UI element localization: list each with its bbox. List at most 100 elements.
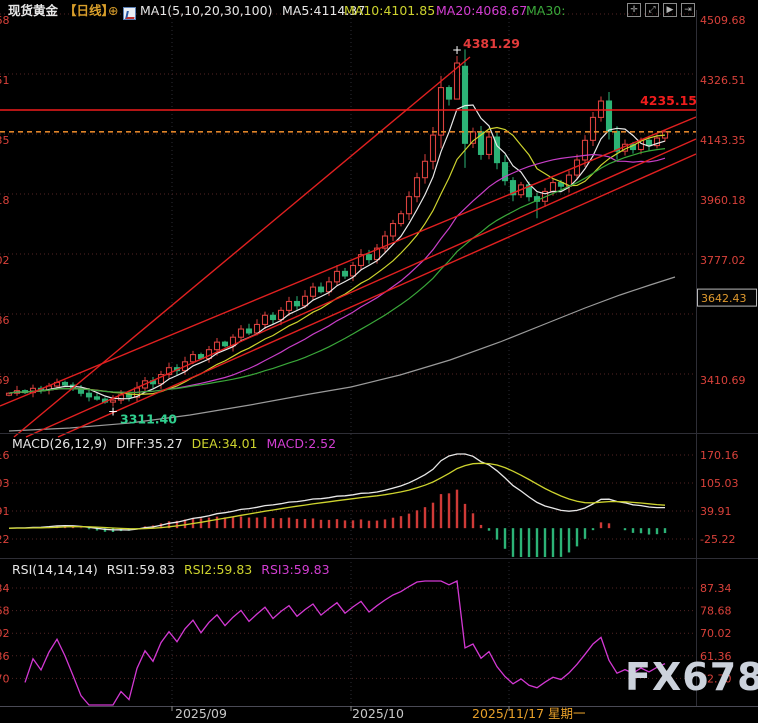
pan-icon[interactable]: ✛ (627, 3, 641, 17)
svg-text:170.16: 170.16 (0, 449, 10, 462)
svg-text:87.34: 87.34 (700, 582, 732, 595)
ma30-value: MA30: (526, 3, 566, 18)
svg-text:105.03: 105.03 (700, 477, 739, 490)
candle (213, 341, 221, 351)
svg-text:-25.22: -25.22 (0, 533, 10, 546)
candle (189, 354, 197, 363)
rsi1-value: RSI1:59.83 (106, 562, 175, 577)
svg-text:170.16: 170.16 (700, 449, 739, 462)
trendline (13, 56, 471, 438)
candle (125, 394, 133, 398)
fit-zoom-icon[interactable]: ⤢ (645, 3, 659, 17)
candle (549, 182, 557, 192)
rsi-title[interactable]: RSI(14,14,14) (12, 562, 98, 577)
trendline (57, 153, 697, 438)
period-label[interactable]: 【日线】 (64, 3, 114, 18)
rsi2-value: RSI2:59.83 (184, 562, 253, 577)
candle (85, 392, 93, 398)
macd-diff-line (8, 453, 665, 531)
candle (325, 281, 333, 293)
trendline (25, 138, 697, 438)
svg-text:3593.86: 3593.86 (0, 314, 10, 327)
candle (61, 381, 69, 386)
svg-text:39.91: 39.91 (0, 505, 10, 518)
ma-settings-label[interactable]: MA1(5,10,20,30,100) (140, 3, 272, 18)
candle (253, 323, 261, 334)
svg-text:70.02: 70.02 (700, 627, 732, 640)
candle (245, 328, 253, 334)
ma5-line (8, 104, 666, 400)
svg-text:3777.02: 3777.02 (700, 254, 746, 267)
svg-text:78.68: 78.68 (0, 605, 10, 618)
candle (341, 270, 349, 277)
chart-canvas[interactable]: 4235.15+4381.29+3311.404509.684509.68432… (0, 0, 758, 723)
x-axis-label-oct: 2025/10 (352, 706, 404, 721)
candle (237, 328, 245, 338)
candle (589, 116, 597, 141)
candle (93, 396, 101, 400)
svg-text:3410.69: 3410.69 (0, 374, 10, 387)
candle (597, 100, 605, 118)
candle (421, 160, 429, 179)
svg-text:+: + (108, 405, 118, 419)
ma10-value: MA10:4101.85 (344, 3, 436, 18)
candle (293, 300, 301, 307)
rsi3-value: RSI3:59.83 (261, 562, 330, 577)
svg-text:61.36: 61.36 (0, 650, 10, 663)
svg-text:4509.68: 4509.68 (700, 14, 746, 27)
svg-text:105.03: 105.03 (0, 477, 10, 490)
svg-text:+: + (452, 43, 462, 57)
candle (349, 264, 357, 277)
svg-text:78.68: 78.68 (700, 605, 732, 618)
shift-right-icon[interactable]: ⇥ (681, 3, 695, 17)
svg-text:52.70: 52.70 (0, 672, 10, 685)
rsi-line (24, 580, 666, 706)
macd-dea-value: DEA:34.01 (191, 436, 258, 451)
candle (389, 222, 397, 237)
candle (405, 196, 413, 215)
price-marker-label: 3642.43 (701, 292, 747, 305)
candle (605, 100, 613, 133)
svg-text:3777.02: 3777.02 (0, 254, 10, 267)
play-axis-icon[interactable]: ▶ (663, 3, 677, 17)
candle (309, 286, 317, 297)
svg-text:3410.69: 3410.69 (700, 374, 746, 387)
candle (413, 177, 421, 198)
candle (277, 309, 285, 321)
candle (445, 87, 453, 100)
candle (269, 314, 277, 321)
svg-text:4326.51: 4326.51 (700, 74, 746, 87)
candle (429, 134, 437, 162)
low-annotation: 3311.40 (120, 412, 177, 427)
chart-toolbar: ✛ ⤢ ▶ ⇥ (627, 3, 695, 17)
macd-title[interactable]: MACD(26,12,9) (12, 436, 107, 451)
candle (645, 139, 653, 147)
candle (437, 87, 445, 136)
candle (317, 286, 325, 293)
symbol-title: 现货黄金 (8, 3, 59, 18)
svg-text:3960.18: 3960.18 (700, 194, 746, 207)
candle (109, 399, 117, 403)
svg-text:39.91: 39.91 (700, 505, 732, 518)
expand-plus-icon[interactable]: ⊕ (108, 3, 118, 18)
candle (485, 136, 493, 155)
trading-app-window: 4235.15+4381.29+3311.404509.684509.68432… (0, 0, 758, 723)
candle (221, 341, 229, 347)
macd-value: MACD:2.52 (266, 436, 337, 451)
kline-style-icon[interactable] (123, 7, 136, 20)
x-axis-label-current-date: 2025/11/17 星期一 (472, 706, 586, 721)
candle (261, 314, 269, 326)
svg-text:-25.22: -25.22 (700, 533, 735, 546)
candle (301, 295, 309, 307)
macd-header: MACD(26,12,9) DIFF:35.27 DEA:34.01 MACD:… (12, 436, 336, 451)
svg-text:70.02: 70.02 (0, 627, 10, 640)
candle (333, 270, 341, 283)
ma20-value: MA20:4068.67 (436, 3, 528, 18)
x-axis-label-sep: 2025/09 (175, 706, 227, 721)
high-annotation: 4381.29 (463, 36, 520, 51)
macd-diff-value: DIFF:35.27 (115, 436, 183, 451)
svg-text:4143.35: 4143.35 (700, 134, 746, 147)
candle (613, 130, 621, 152)
svg-text:87.34: 87.34 (0, 582, 10, 595)
resistance-label: 4235.15 (640, 93, 697, 108)
